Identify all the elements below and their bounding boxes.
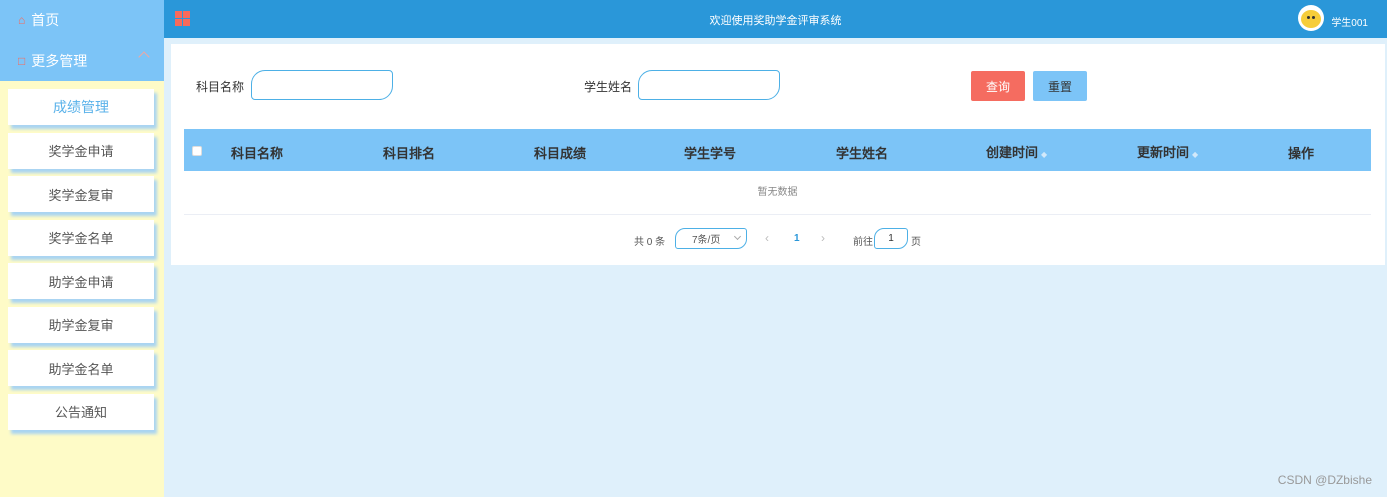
student-name-label: 学生姓名 — [584, 80, 633, 94]
username[interactable]: 学生001 — [1331, 14, 1368, 29]
sidebar: ⌂ 首页 □ 更多管理 成绩管理 奖学金申请 奖学金复审 奖学金名单 助学金申请… — [0, 0, 164, 497]
sidebar-home-label: 首页 — [31, 12, 60, 28]
avatar[interactable] — [1298, 5, 1324, 31]
sidebar-item-scholarship-list[interactable]: 奖学金名单 — [8, 219, 154, 256]
column-header-created-time[interactable]: 创建时间 ◆ — [986, 142, 1047, 161]
sidebar-item-grant-apply[interactable]: 助学金申请 — [8, 263, 154, 299]
content-panel: 科目名称 学生姓名 查询 重置 科目名称 科目排名 科目成绩 学生学号 学生姓名… — [171, 44, 1385, 265]
sidebar-item-scholarship-apply[interactable]: 奖学金申请 — [8, 132, 154, 169]
page-suffix: 页 — [911, 237, 921, 248]
reset-button[interactable]: 重置 — [1033, 71, 1087, 101]
sidebar-item-home[interactable]: ⌂ 首页 — [0, 0, 164, 40]
empty-table-message: 暂无数据 — [184, 171, 1371, 215]
sort-icon[interactable]: ◆ — [1192, 150, 1198, 159]
sidebar-item-scholarship-review[interactable]: 奖学金复审 — [8, 176, 154, 212]
column-header-subject-rank[interactable]: 科目排名 — [383, 143, 435, 162]
column-header-actions: 操作 — [1288, 146, 1315, 161]
top-header: 欢迎使用奖助学金评审系统 学生001 — [164, 0, 1387, 38]
student-name-input[interactable] — [638, 70, 780, 100]
column-header-student-name[interactable]: 学生姓名 — [836, 143, 888, 162]
subject-name-label: 科目名称 — [196, 80, 245, 94]
total-count: 共 0 条 — [634, 237, 666, 248]
sidebar-top: ⌂ 首页 □ 更多管理 — [0, 0, 164, 81]
folder-icon: □ — [18, 53, 26, 68]
table-header: 科目名称 科目排名 科目成绩 学生学号 学生姓名 创建时间 ◆ 更新时间 ◆ 操作 — [184, 129, 1371, 171]
page-size-value: 7条/页 — [692, 235, 721, 246]
home-icon: ⌂ — [18, 13, 26, 27]
created-time-label: 创建时间 — [986, 145, 1039, 160]
sidebar-item-more[interactable]: □ 更多管理 — [0, 40, 164, 81]
column-header-updated-time[interactable]: 更新时间 ◆ — [1137, 142, 1198, 161]
pagination: 共 0 条 7条/页 ‹ 1 › 前往 1 页 — [171, 228, 1385, 250]
next-page-icon[interactable]: › — [821, 231, 825, 245]
sidebar-more-label: 更多管理 — [31, 52, 88, 69]
page-number[interactable]: 1 — [794, 233, 800, 244]
sidebar-item-announcements[interactable]: 公告通知 — [8, 393, 154, 430]
goto-page-input[interactable]: 1 — [874, 228, 908, 249]
page-size-select[interactable]: 7条/页 — [675, 228, 747, 249]
updated-time-label: 更新时间 — [1137, 145, 1190, 160]
prev-page-icon[interactable]: ‹ — [765, 231, 769, 245]
sidebar-item-score-management[interactable]: 成绩管理 — [8, 89, 154, 125]
chevron-down-icon — [733, 232, 742, 241]
query-button[interactable]: 查询 — [971, 71, 1025, 101]
sidebar-item-grant-list[interactable]: 助学金名单 — [8, 350, 154, 386]
subject-name-input[interactable] — [251, 70, 393, 100]
column-header-subject-name[interactable]: 科目名称 — [231, 143, 283, 162]
goto-label: 前往 — [853, 237, 873, 248]
sidebar-item-grant-review[interactable]: 助学金复审 — [8, 306, 154, 343]
watermark: CSDN @DZbishe — [1277, 473, 1372, 487]
select-all-checkbox[interactable] — [192, 146, 202, 156]
header-title: 欢迎使用奖助学金评审系统 — [709, 15, 842, 27]
sort-icon[interactable]: ◆ — [1041, 150, 1047, 159]
column-header-subject-score[interactable]: 科目成绩 — [534, 143, 586, 162]
chevron-up-icon — [138, 51, 150, 63]
column-header-student-id[interactable]: 学生学号 — [684, 143, 736, 162]
submenu: 成绩管理 奖学金申请 奖学金复审 奖学金名单 助学金申请 助学金复审 助学金名单… — [0, 81, 164, 430]
